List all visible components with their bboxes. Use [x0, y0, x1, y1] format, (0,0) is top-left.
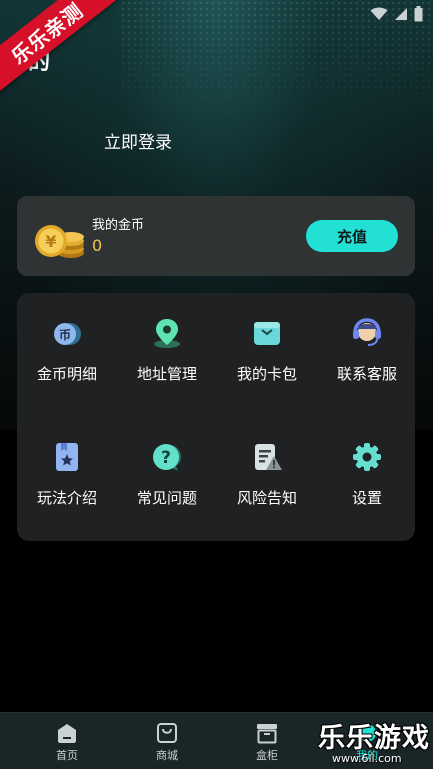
risk-document-icon	[255, 444, 282, 470]
coin-balance-label: 我的金币	[92, 218, 145, 233]
tab-label: 盒柜	[256, 749, 278, 762]
svg-text:?: ?	[161, 448, 171, 468]
feature-menu-panel: 币 金币明细 地址管理 我的卡包 联系客服 玩法介绍 ? 常见问题 风险告知 设…	[17, 293, 415, 541]
menu-item-risk-notice[interactable]: 风险告知	[217, 417, 317, 517]
tab-mall[interactable]: 商城	[117, 713, 217, 769]
menu-item-label: 我的卡包	[236, 365, 297, 383]
login-link[interactable]: 立即登录	[104, 128, 172, 153]
watermark-title: 乐乐游戏	[318, 723, 430, 754]
home-icon	[58, 724, 76, 743]
menu-item-label: 风险告知	[236, 489, 297, 507]
menu-item-label: 设置	[351, 489, 382, 507]
menu-item-label: 常见问题	[136, 489, 197, 507]
menu-item-customer-service[interactable]: 联系客服	[317, 293, 417, 393]
site-watermark: 乐乐游戏 www.6ll.com	[318, 716, 433, 769]
coin-balance-value: 0	[92, 236, 103, 255]
menu-item-coin-detail[interactable]: 币 金币明细	[17, 293, 117, 393]
menu-item-gameplay-intro[interactable]: 玩法介绍	[17, 417, 117, 517]
tab-label: 首页	[56, 749, 78, 762]
menu-item-label: 金币明细	[36, 365, 97, 383]
coin-detail-icon: 币	[54, 323, 81, 345]
svg-text:币: 币	[59, 328, 71, 342]
gear-icon	[353, 443, 381, 471]
wifi-icon	[370, 7, 388, 20]
location-pin-icon	[154, 319, 180, 348]
battery-icon	[414, 6, 423, 22]
menu-item-card-wallet[interactable]: 我的卡包	[217, 293, 317, 393]
card-wallet-icon	[254, 322, 280, 345]
shopping-bag-icon	[157, 723, 177, 743]
tab-home[interactable]: 首页	[17, 713, 117, 769]
menu-item-label: 地址管理	[136, 365, 197, 383]
bookmark-star-icon	[56, 443, 78, 471]
tab-box-cabinet[interactable]: 盒柜	[217, 713, 317, 769]
status-bar	[370, 4, 423, 24]
gold-coins-icon: ¥	[35, 225, 84, 258]
box-cabinet-icon	[257, 724, 277, 744]
signal-icon	[395, 8, 407, 20]
menu-item-faq[interactable]: ? 常见问题	[117, 417, 217, 517]
menu-item-settings[interactable]: 设置	[317, 417, 417, 517]
watermark-url: www.6ll.com	[332, 752, 402, 765]
tab-label: 商城	[156, 749, 178, 762]
svg-text:¥: ¥	[45, 232, 56, 251]
coin-wallet-card: ¥ 我的金币 0 充值	[17, 196, 415, 276]
menu-item-label: 联系客服	[336, 365, 397, 383]
recharge-button[interactable]: 充值	[306, 220, 398, 252]
menu-item-label: 玩法介绍	[36, 489, 97, 507]
menu-item-address[interactable]: 地址管理	[117, 293, 217, 393]
headset-icon	[353, 318, 381, 346]
question-bubble-icon: ?	[153, 444, 181, 471]
